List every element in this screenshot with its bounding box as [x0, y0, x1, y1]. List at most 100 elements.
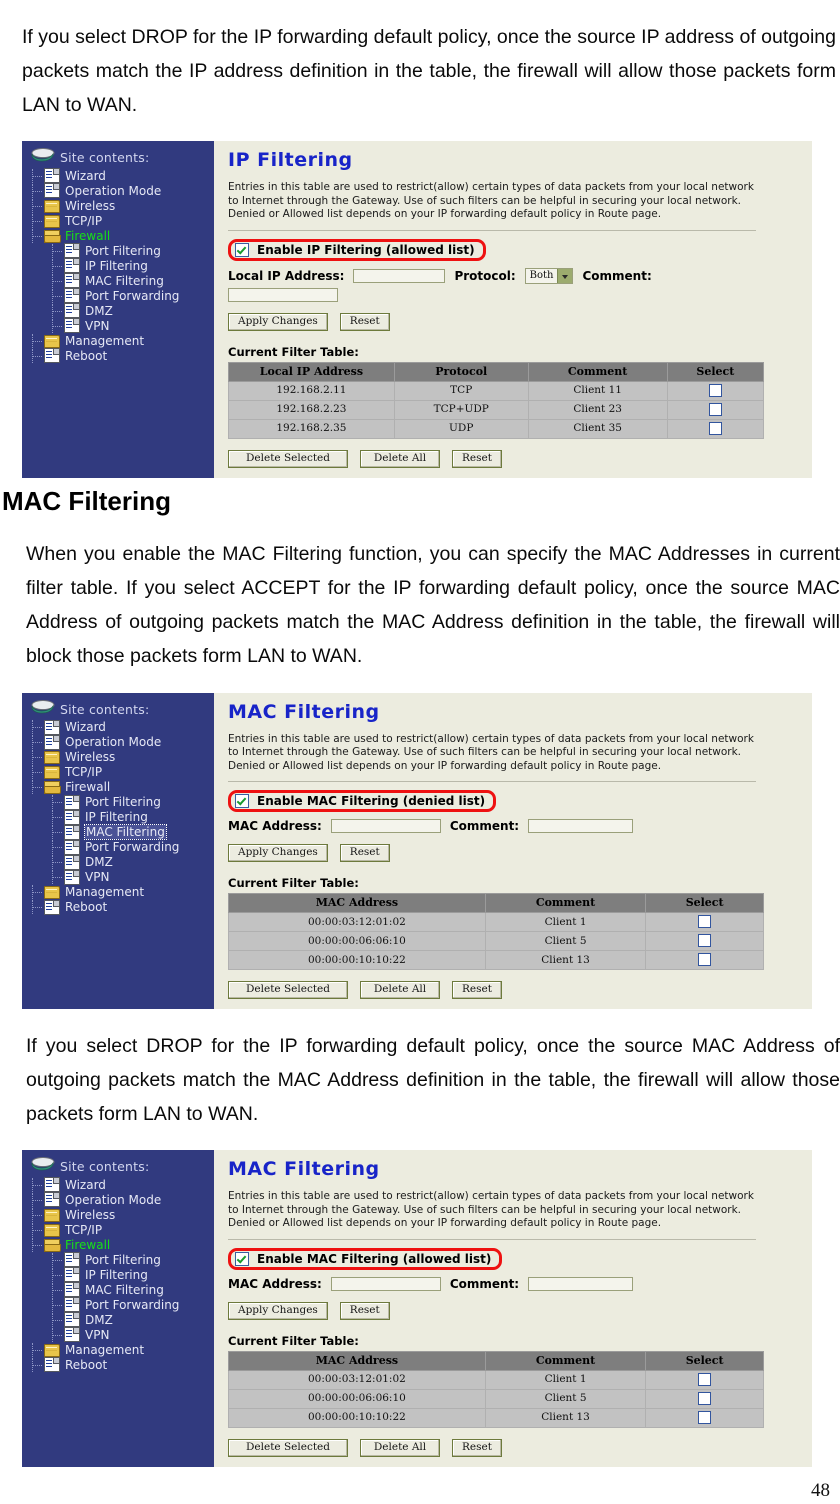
table-row: 192.168.2.23 TCP+UDP Client 23: [228, 399, 765, 420]
mac-address-input[interactable]: [330, 819, 441, 833]
sidebar-item-dmz[interactable]: DMZ: [22, 1312, 214, 1327]
sidebar-item-ip-filtering[interactable]: IP Filtering: [22, 809, 214, 825]
enable-mac-filtering-checkbox[interactable]: [235, 794, 249, 808]
folder-icon: [44, 1343, 60, 1357]
sidebar-item-wireless[interactable]: Wireless: [22, 750, 214, 765]
tree-connector: [52, 870, 64, 884]
row-select-checkbox[interactable]: [708, 421, 722, 435]
sidebar-item-firewall[interactable]: Firewall: [22, 228, 214, 243]
enable-mac-filtering-checkbox[interactable]: [235, 1251, 249, 1266]
sidebar-item-label: DMZ: [85, 1312, 113, 1327]
sidebar-item-wireless[interactable]: Wireless: [22, 198, 214, 213]
globe-icon: [31, 699, 55, 713]
delete-selected-button[interactable]: Delete Selected: [228, 1438, 348, 1457]
sidebar-item-wizard[interactable]: Wizard: [22, 719, 214, 735]
sidebar-item-reboot[interactable]: Reboot: [22, 348, 214, 363]
sidebar-item-tcp-ip[interactable]: TCP/IP: [22, 765, 214, 780]
table-cell: 192.168.2.35: [228, 418, 395, 439]
table-row: 00:00:00:06:06:10 Client 5: [228, 1388, 764, 1409]
enable-ip-filtering-row[interactable]: Enable IP Filtering (allowed list): [228, 238, 486, 261]
tree-connector: [52, 258, 64, 273]
row-select-checkbox[interactable]: [698, 915, 712, 928]
panel-description: Entries in this table are used to restri…: [228, 732, 754, 772]
sidebar-panel: Site contents: Wizard Operation Mode Wirel…: [22, 1150, 214, 1467]
row-select-checkbox[interactable]: [708, 383, 722, 397]
sidebar-item-operation-mode[interactable]: Operation Mode: [22, 183, 214, 198]
sidebar-item-mac-filtering[interactable]: MAC Filtering: [22, 273, 214, 288]
comment-input[interactable]: [528, 1276, 634, 1291]
delete-all-button[interactable]: Delete All: [360, 1438, 440, 1457]
sidebar-item-mac-filtering[interactable]: MAC Filtering: [22, 1282, 214, 1297]
sidebar-item-operation-mode[interactable]: Operation Mode: [22, 1192, 214, 1207]
row-select-checkbox[interactable]: [698, 1391, 712, 1405]
comment-input[interactable]: [528, 819, 634, 833]
mac-address-input[interactable]: [330, 1276, 441, 1291]
sidebar-item-management[interactable]: Management: [22, 1342, 214, 1357]
sidebar-item-firewall[interactable]: Firewall: [22, 1237, 214, 1252]
sidebar-item-vpn[interactable]: VPN: [22, 1327, 214, 1342]
page-title: IP Filtering: [228, 149, 353, 171]
sidebar-item-port-forwarding[interactable]: Port Forwarding: [22, 1297, 214, 1312]
delete-all-button[interactable]: Delete All: [360, 449, 440, 468]
reset-button[interactable]: Reset: [339, 844, 390, 862]
sidebar-item-port-filtering[interactable]: Port Filtering: [22, 794, 214, 810]
chevron-down-icon[interactable]: [557, 268, 573, 283]
tree-connector: [32, 213, 44, 228]
sidebar-item-wizard[interactable]: Wizard: [22, 1177, 214, 1192]
sidebar-item-dmz[interactable]: DMZ: [22, 854, 214, 870]
sidebar-item-port-filtering[interactable]: Port Filtering: [22, 243, 214, 258]
sidebar-item-management[interactable]: Management: [22, 885, 214, 900]
reset-table-button[interactable]: Reset: [452, 981, 502, 999]
delete-selected-button[interactable]: Delete Selected: [228, 981, 348, 999]
tree-connector: [32, 183, 44, 198]
sidebar-item-firewall[interactable]: Firewall: [22, 780, 214, 795]
comment-input[interactable]: [228, 287, 338, 302]
page-icon: [64, 1312, 80, 1327]
sidebar-item-tcp-ip[interactable]: TCP/IP: [22, 213, 214, 228]
enable-ip-filtering-checkbox[interactable]: [235, 242, 249, 257]
apply-changes-button[interactable]: Apply Changes: [228, 1301, 328, 1320]
row-select-checkbox[interactable]: [698, 953, 712, 966]
sidebar-item-reboot[interactable]: Reboot: [22, 1357, 214, 1372]
row-select-checkbox[interactable]: [698, 934, 712, 947]
sidebar-item-port-forwarding[interactable]: Port Forwarding: [22, 288, 214, 303]
sidebar-item-vpn[interactable]: VPN: [22, 318, 214, 333]
sidebar-item-tcp-ip[interactable]: TCP/IP: [22, 1222, 214, 1237]
sidebar-item-wireless[interactable]: Wireless: [22, 1207, 214, 1222]
apply-changes-button[interactable]: Apply Changes: [228, 844, 328, 862]
sidebar-item-wizard[interactable]: Wizard: [22, 168, 214, 183]
sidebar-item-mac-filtering[interactable]: MAC Filtering: [22, 824, 214, 840]
local-ip-input[interactable]: [353, 268, 446, 283]
sidebar-item-port-filtering[interactable]: Port Filtering: [22, 1252, 214, 1267]
row-select-checkbox[interactable]: [698, 1410, 712, 1424]
folder-icon: [44, 1223, 60, 1237]
enable-mac-filtering-row[interactable]: Enable MAC Filtering (denied list): [228, 790, 497, 812]
reset-button[interactable]: Reset: [339, 312, 390, 331]
sidebar-item-port-forwarding[interactable]: Port Forwarding: [22, 839, 214, 855]
sidebar-item-operation-mode[interactable]: Operation Mode: [22, 734, 214, 750]
sidebar-panel: Site contents: Wizard Operation Mode Wirel…: [22, 692, 214, 1009]
page-icon: [64, 273, 80, 288]
enable-mac-filtering-row[interactable]: Enable MAC Filtering (allowed list): [228, 1247, 503, 1270]
sidebar-item-vpn[interactable]: VPN: [22, 869, 214, 885]
sidebar-item-ip-filtering[interactable]: IP Filtering: [22, 1267, 214, 1282]
reset-table-button[interactable]: Reset: [452, 1438, 502, 1457]
sidebar-item-ip-filtering[interactable]: IP Filtering: [22, 258, 214, 273]
sidebar-item-dmz[interactable]: DMZ: [22, 303, 214, 318]
reset-table-button[interactable]: Reset: [452, 449, 502, 468]
ip-filter-table: Local IP Address Protocol Comment Select 19…: [228, 361, 765, 439]
row-select-checkbox[interactable]: [708, 402, 722, 416]
delete-all-button[interactable]: Delete All: [360, 981, 440, 999]
row-select-checkbox[interactable]: [698, 1372, 712, 1386]
reset-button[interactable]: Reset: [339, 1301, 390, 1320]
delete-selected-button[interactable]: Delete Selected: [228, 449, 348, 468]
sidebar-item-reboot[interactable]: Reboot: [22, 899, 214, 915]
table-cell-select: [645, 912, 764, 932]
sidebar-item-management[interactable]: Management: [22, 333, 214, 348]
protocol-select[interactable]: Both: [524, 267, 574, 284]
apply-changes-button[interactable]: Apply Changes: [228, 312, 328, 331]
sidebar-item-label: MAC Filtering: [85, 273, 164, 288]
sidebar-item-label: TCP/IP: [65, 1222, 103, 1237]
enable-mac-filtering-label: Enable MAC Filtering (denied list): [257, 794, 486, 808]
table-cell: 00:00:03:12:01:02: [228, 1369, 486, 1390]
